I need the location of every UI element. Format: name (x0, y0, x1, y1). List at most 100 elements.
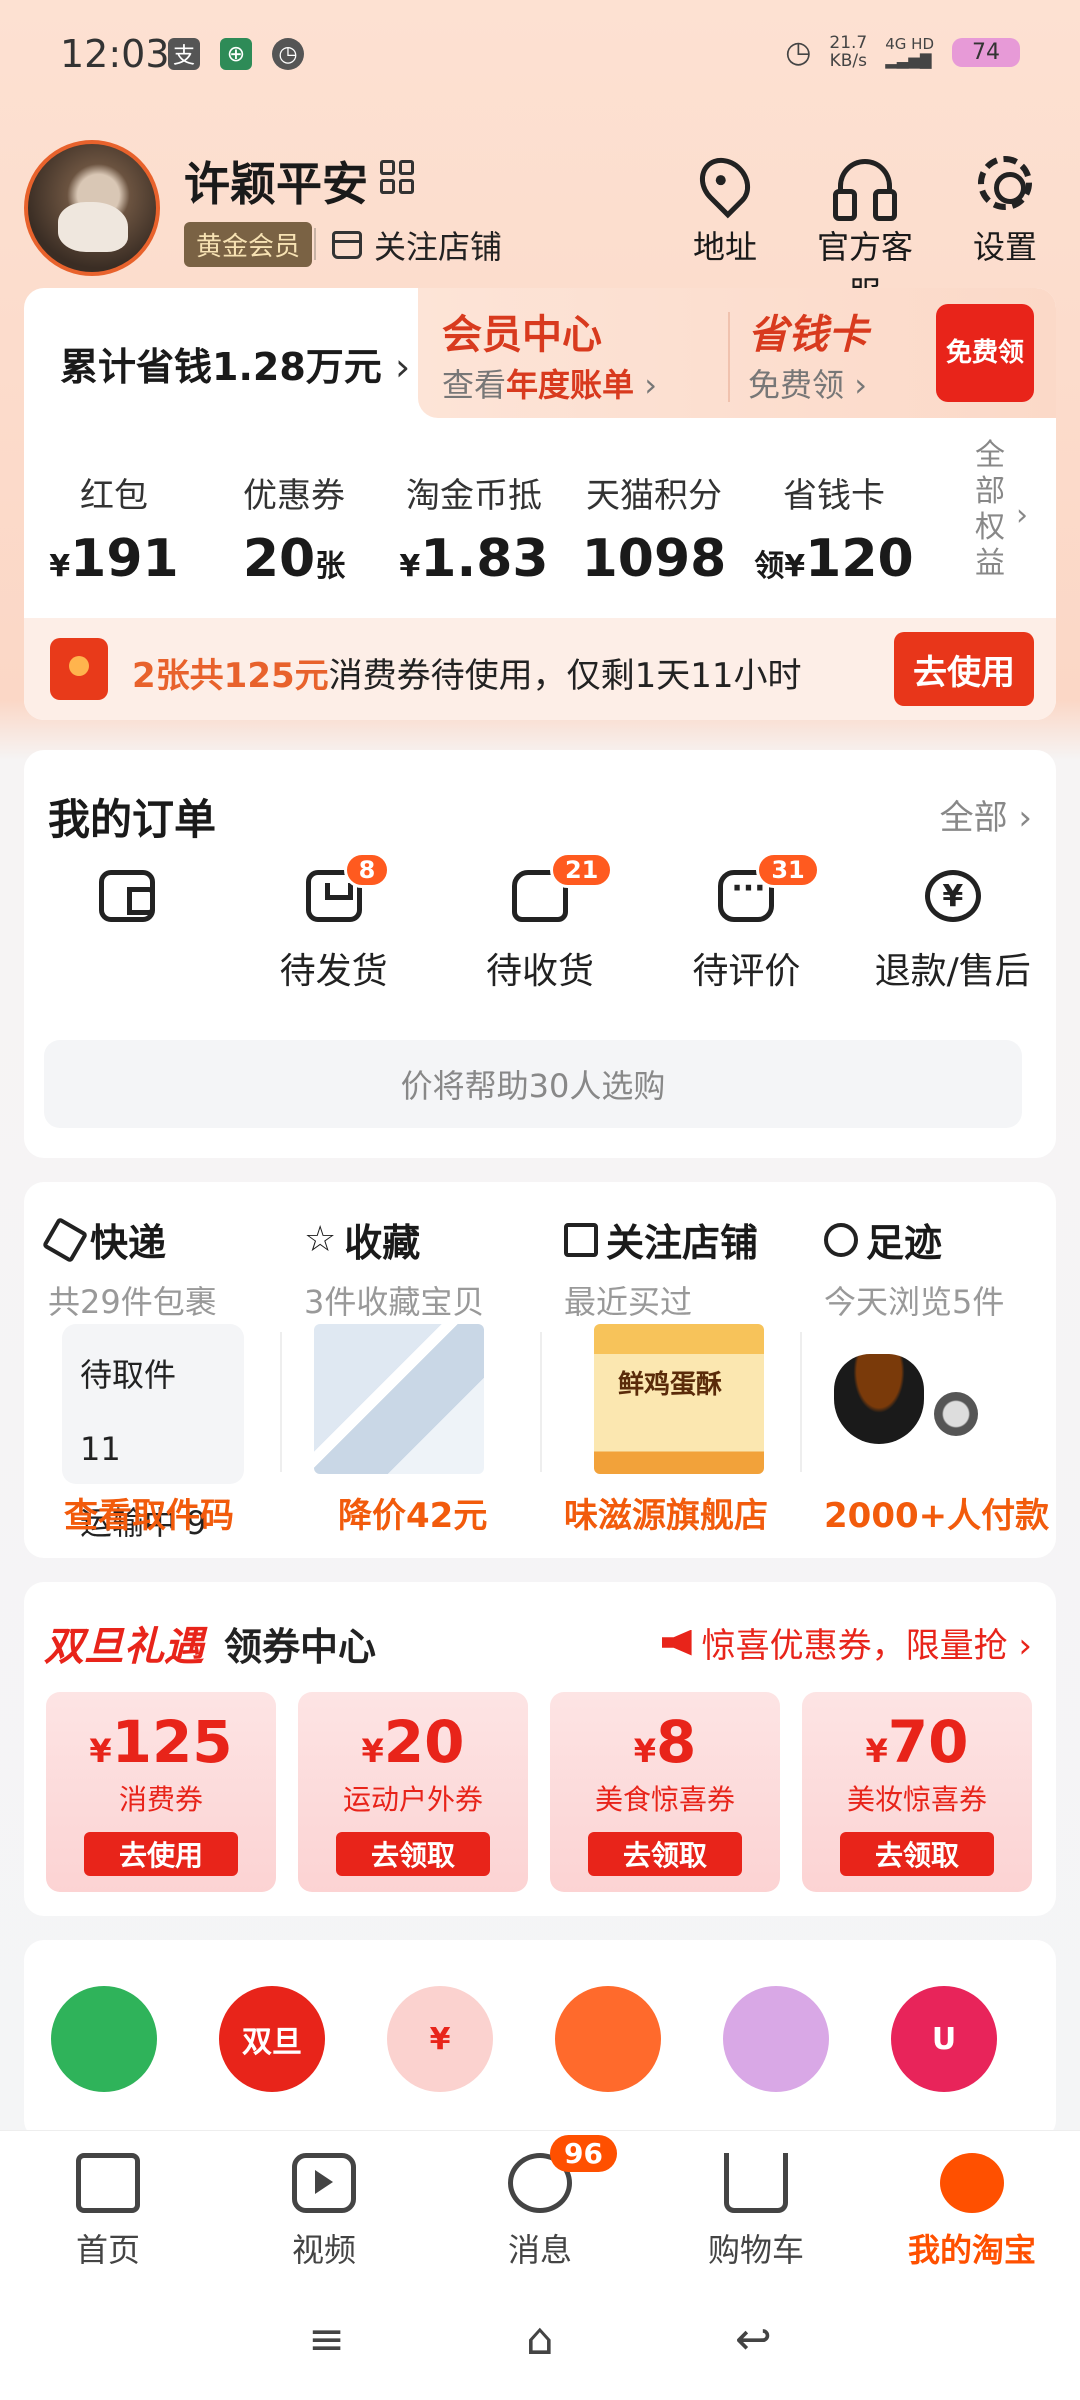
orders-all-link[interactable]: 全部 › (940, 790, 1032, 839)
gamepad-icon (555, 1986, 661, 2092)
divider (728, 312, 730, 402)
headset-icon (833, 159, 897, 221)
order-to-receive[interactable]: 21 待收货 (450, 852, 630, 994)
store-icon (564, 1222, 598, 1257)
battery-indicator: 74 (952, 37, 1020, 67)
coupon-list: ¥125 消费券 去使用 ¥20 运动户外券 去领取 ¥8 美食惊喜券 去领取 … (46, 1692, 1032, 1892)
coupon-item[interactable]: ¥125 消费券 去使用 (46, 1692, 276, 1892)
mini-app-item[interactable]: 双旦领淘金币 (212, 1986, 340, 2140)
star-icon: ☆ (304, 1218, 337, 1260)
avatar[interactable] (24, 140, 160, 276)
mini-app-item[interactable]: U试用领取 (884, 1986, 1012, 2140)
divider (540, 1332, 542, 1472)
use-coupon-button[interactable]: 去使用 (894, 632, 1034, 706)
clock-icon (824, 1222, 858, 1257)
annual-bill-link[interactable]: 查看年度账单 › (442, 360, 657, 406)
order-to-pay[interactable] (37, 870, 217, 994)
pickup-count: 待取件 11 (80, 1356, 177, 1468)
coupon-action-button[interactable]: 去领取 (840, 1832, 994, 1876)
store-name-link[interactable]: 味滋源旗舰店 (564, 1488, 768, 1537)
my-taobao-icon (940, 2153, 1004, 2213)
asset-red-packet[interactable]: 红包 ¥191 (24, 468, 204, 589)
divider (800, 1332, 802, 1472)
nav-messages[interactable]: 96 消息 (432, 2131, 648, 2280)
coupon-item[interactable]: ¥8 美食惊喜券 去领取 (550, 1692, 780, 1892)
nav-video[interactable]: 视频 (216, 2131, 432, 2280)
mini-app-item[interactable]: 游戏中心 (548, 1986, 676, 2140)
coupon-action-button[interactable]: 去使用 (84, 1832, 238, 1876)
nav-cart[interactable]: 购物车 (648, 2131, 864, 2280)
nav-home[interactable]: 首页 (0, 2131, 216, 2280)
asset-gold-coins[interactable]: 淘金币抵 ¥1.83 (384, 468, 564, 589)
vip-badge[interactable]: 黄金会员 (184, 222, 313, 267)
coupon-action-button[interactable]: 去领取 (588, 1832, 742, 1876)
asset-saving-card[interactable]: 省钱卡 领¥120 (744, 468, 924, 589)
status-bar: 12:03 支 ⊕ ◷ ◷ 21.7 KB/s 4G HD ▂▃▅▇ 74 (0, 0, 1080, 110)
count-badge: 21 (549, 852, 614, 888)
message-count-badge: 96 (550, 2135, 617, 2172)
gear-icon (978, 156, 1032, 210)
username[interactable]: 许颖平安 (184, 148, 368, 214)
store-product-image[interactable]: 鲜鸡蛋酥 (594, 1324, 764, 1474)
count-badge: 8 (343, 852, 391, 888)
order-to-ship[interactable]: 8 待发货 (244, 852, 424, 994)
coupon-reminder[interactable]: 2张共125元消费券待使用，仅剩1天11小时 去使用 (24, 618, 1056, 720)
pickup-code-link[interactable]: 查看取件码 (64, 1488, 234, 1537)
back-icon[interactable]: ↩ (729, 2318, 777, 2362)
member-center-title[interactable]: 会员中心 (442, 302, 602, 360)
buyers-count-link[interactable]: 2000+人付款 (824, 1488, 1049, 1537)
saving-card-sub[interactable]: 免费领 › (748, 360, 867, 406)
speaker-icon (661, 1629, 692, 1656)
favorite-product-image[interactable] (314, 1324, 484, 1474)
follow-store-label: 关注店铺 (374, 228, 503, 266)
order-status-row: 8 待发货 21 待收货 31 待评价 ¥ 退款/售后 (24, 852, 1056, 994)
system-nav-bar: ≡ ⌂ ↩ (0, 2280, 1080, 2400)
footprints-section[interactable]: 足迹 今天浏览5件 (824, 1212, 1074, 1323)
coupon-reminder-text: 2张共125元消费券待使用，仅剩1天11小时 (132, 656, 802, 696)
price-drop-link[interactable]: 降价42元 (338, 1488, 487, 1537)
red-envelope-icon (50, 638, 108, 700)
pig-game-icon (723, 1986, 829, 2092)
mini-app-item[interactable]: ¥红包签到 (380, 1986, 508, 2140)
count-badge: 31 (756, 852, 820, 888)
all-rights-link[interactable]: 全部权益 (970, 438, 1010, 582)
home-button-icon[interactable]: ⌂ (516, 2318, 564, 2362)
chevron-right-icon: › (395, 345, 411, 389)
express-section[interactable]: 快递 共29件包裹 (41, 1212, 298, 1323)
review-helper-bar[interactable]: 价将帮助30人选购 (44, 1040, 1022, 1128)
network-indicator: 4G HD ▂▃▅▇ (885, 35, 934, 69)
saving-card-title[interactable]: 省钱卡 (748, 302, 868, 360)
coupon-item[interactable]: ¥20 运动户外券 去领取 (298, 1692, 528, 1892)
surprise-coupon-link[interactable]: 惊喜优惠券，限量抢 › (661, 1618, 1032, 1667)
assets-card: 累计省钱1.28万元 › 会员中心 查看年度账单 › 省钱卡 免费领 › 免费领… (24, 288, 1056, 720)
mini-app-item[interactable]: 淘宝消 (716, 1986, 836, 2140)
mini-apps-card: 芭芭农场双旦领淘金币 ¥红包签到游戏中心淘宝消 U试用领取 (24, 1940, 1056, 2140)
mini-app-item[interactable]: 芭芭农场 (44, 1986, 172, 2140)
post-icon: ⊕ (220, 38, 252, 70)
asset-tmall-points[interactable]: 天猫积分 1098 (564, 468, 744, 589)
footprint-product-image[interactable] (834, 1354, 924, 1444)
divider (280, 1332, 282, 1472)
favorites-section[interactable]: ☆ 收藏 3件收藏宝贝 (304, 1212, 554, 1323)
coupon-center-title: 领券中心 (224, 1625, 377, 1669)
orders-card: 我的订单 全部 › 8 待发货 21 待收货 31 待评价 ¥ 退款/售后 价将… (24, 750, 1056, 1158)
free-claim-button[interactable]: 免费领 (936, 304, 1034, 402)
menu-icon[interactable]: ≡ (303, 2318, 351, 2362)
coupon-item[interactable]: ¥70 美妆惊喜券 去领取 (802, 1692, 1032, 1892)
home-icon (76, 2153, 140, 2213)
qr-code-icon[interactable] (380, 160, 414, 194)
coupon-action-button[interactable]: 去领取 (336, 1832, 490, 1876)
footprint-product-image-small (934, 1392, 978, 1436)
parcel-status-box[interactable]: 待取件 11 运输中 9 (62, 1324, 244, 1542)
order-to-review[interactable]: 31 待评价 (656, 852, 836, 994)
campaign-brand: 双旦礼遇 (44, 1624, 204, 1670)
order-refund[interactable]: ¥ 退款/售后 (863, 870, 1043, 994)
savings-link[interactable]: 累计省钱1.28万元 › (60, 336, 410, 391)
video-icon (292, 2153, 356, 2213)
asset-coupons[interactable]: 优惠券 20张 (204, 468, 384, 589)
store-icon (332, 231, 362, 259)
follow-store-link[interactable]: 关注店铺 (332, 222, 502, 268)
followed-stores-section[interactable]: 关注店铺 最近买过 (564, 1212, 814, 1323)
nav-my-taobao[interactable]: 我的淘宝 (864, 2131, 1080, 2280)
wallet-icon (99, 870, 156, 922)
